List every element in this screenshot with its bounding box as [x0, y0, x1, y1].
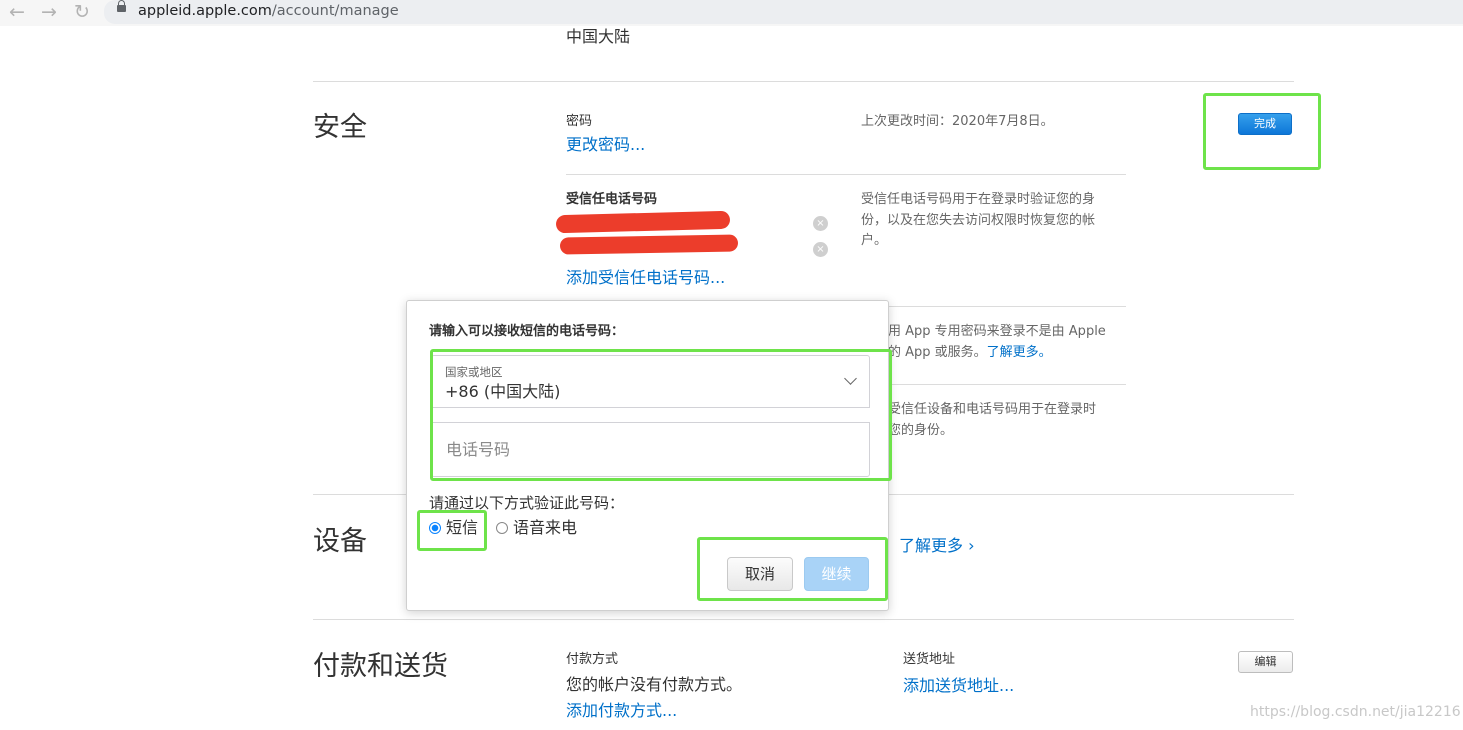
trusted-phone-label: 受信任电话号码: [566, 192, 658, 207]
edit-button[interactable]: 编辑: [1238, 651, 1293, 673]
devices-desc-line1: 受信任设备和电话号码用于在登录时: [888, 402, 1097, 417]
payment-section-title: 付款和送货: [313, 651, 448, 682]
lock-icon[interactable]: [117, 0, 126, 12]
password-last-changed: 上次更改时间：2020年7月8日。: [861, 114, 1054, 129]
add-shipping-address-link[interactable]: 添加送货地址...: [903, 675, 1014, 697]
security-section-title: 安全: [313, 112, 367, 143]
devices-desc-line2: 您的身份。: [888, 422, 954, 438]
remove-phone-icon[interactable]: ×: [813, 216, 828, 231]
change-password-link[interactable]: 更改密码...: [566, 134, 645, 156]
app-password-learn-more-link[interactable]: 了解更多。: [987, 345, 1052, 360]
devices-section-title: 设备: [313, 526, 367, 557]
app-password-desc-line1: 用 App 专用密码来登录不是由 Apple: [888, 324, 1106, 339]
forward-arrow-icon[interactable]: →: [41, 1, 57, 23]
add-trusted-phone-link[interactable]: 添加受信任电话号码...: [566, 267, 725, 289]
watermark-text: https://blog.csdn.net/jia12216: [1250, 704, 1461, 720]
remove-phone-icon[interactable]: ×: [813, 242, 828, 257]
reload-icon[interactable]: ↻: [74, 1, 90, 23]
app-password-desc-line2: 的 App 或服务。: [888, 344, 987, 360]
no-payment-method-text: 您的帐户没有付款方式。: [566, 675, 743, 694]
devices-learn-more-link[interactable]: 了解更多 ›: [899, 535, 975, 557]
highlight-box: [417, 510, 487, 551]
password-label: 密码: [566, 114, 593, 129]
voice-call-radio[interactable]: [496, 522, 508, 534]
dialog-prompt: 请输入可以接收短信的电话号码：: [429, 324, 625, 339]
url-host: appleid.apple.com: [138, 3, 272, 19]
divider: [313, 619, 1294, 620]
redacted-phone-number: [555, 210, 731, 234]
trusted-devices-description: 受信任设备和电话号码用于在登录时 您的身份。: [888, 400, 1096, 441]
url-path: /account/manage: [271, 3, 399, 19]
trusted-phone-description: 受信任电话号码用于在登录时验证您的身份，以及在您失去访问权限时恢复您的帐户。: [861, 192, 1096, 248]
highlight-box: [697, 537, 888, 601]
divider: [566, 174, 1126, 175]
address-text[interactable]: appleid.apple.com/account/manage: [138, 2, 399, 20]
divider: [313, 81, 1294, 82]
redacted-phone-number: [559, 234, 739, 255]
region-value: 中国大陆: [566, 27, 631, 46]
payment-method-label: 付款方式: [566, 652, 619, 667]
back-arrow-icon[interactable]: ←: [9, 1, 25, 23]
shipping-address-label: 送货地址: [903, 652, 956, 667]
highlight-box: [430, 349, 892, 481]
voice-call-radio-label[interactable]: 语音来电: [513, 517, 577, 539]
app-password-description: 用 App 专用密码来登录不是由 Apple 的 App 或服务。了解更多。: [888, 322, 1106, 363]
highlight-box: [1203, 93, 1321, 170]
add-payment-method-link[interactable]: 添加付款方式...: [566, 700, 677, 722]
